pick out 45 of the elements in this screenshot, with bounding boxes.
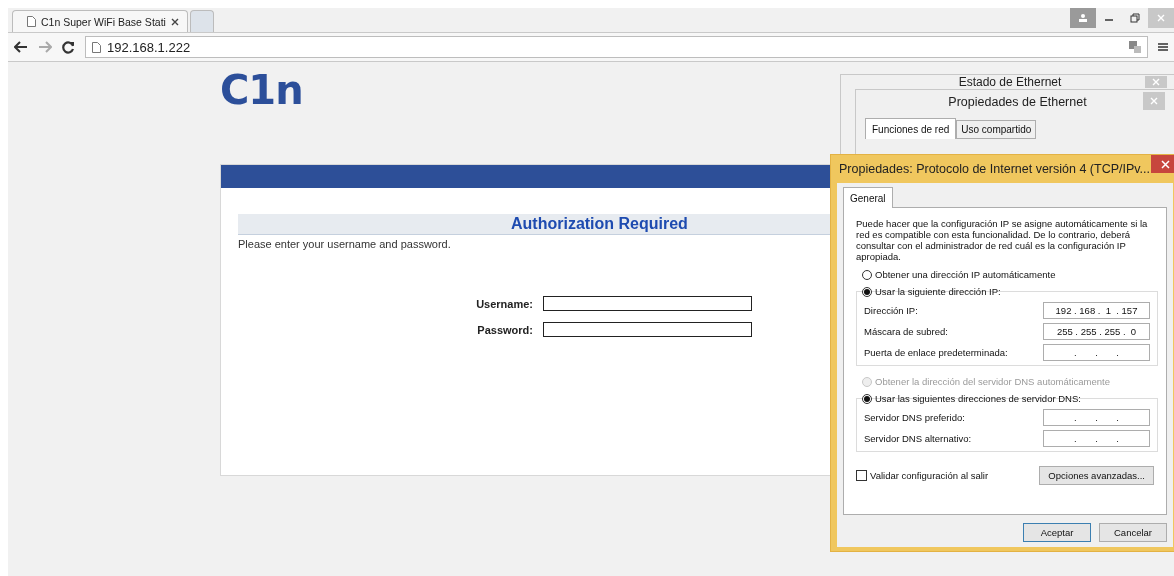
field-label: Servidor DNS preferido: bbox=[864, 412, 965, 423]
input-field[interactable] bbox=[543, 296, 752, 311]
ip-address-field[interactable]: 255 . 255 . 255 . 0 bbox=[1043, 323, 1150, 340]
restore-icon bbox=[1130, 13, 1140, 23]
close-button[interactable] bbox=[1151, 155, 1174, 173]
ip-address-field[interactable]: . . . bbox=[1043, 344, 1150, 361]
ip-address-field[interactable]: . . . bbox=[1043, 409, 1150, 426]
person-icon bbox=[1078, 13, 1088, 23]
dialog-tab[interactable]: Funciones de red bbox=[865, 118, 957, 139]
dialog-title: Propiedades: Protocolo de Internet versión 4 (TCP/IPv... bbox=[839, 161, 1151, 178]
address-bar[interactable]: 192.168.1.222 bbox=[85, 36, 1148, 58]
field-label: Dirección IP: bbox=[864, 305, 918, 316]
dialog-tab[interactable]: Uso compartido bbox=[956, 120, 1037, 139]
ip-address-field[interactable]: . . . bbox=[1043, 430, 1150, 447]
instruction-text: Please enter your username and password. bbox=[238, 238, 451, 250]
field-label: Puerta de enlace predeterminada: bbox=[864, 347, 1008, 358]
back-icon[interactable] bbox=[14, 41, 28, 53]
checkbox[interactable]: Validar configuración al salir bbox=[856, 470, 989, 481]
field-label: Máscara de subred: bbox=[864, 326, 948, 337]
menu-icon[interactable] bbox=[1158, 42, 1168, 52]
close-icon bbox=[1156, 13, 1166, 23]
advanced-options-button[interactable]: Opciones avanzadas... bbox=[1039, 466, 1154, 485]
ok-button[interactable]: Aceptar bbox=[1023, 523, 1091, 542]
close-icon bbox=[1160, 159, 1170, 169]
reload-icon[interactable] bbox=[62, 40, 75, 54]
window-title: Propiedades de Ethernet bbox=[948, 94, 1087, 111]
ip-address-field[interactable]: 192 . 168 . 1 . 157 bbox=[1043, 302, 1150, 319]
close-icon bbox=[1152, 78, 1160, 86]
profile-button[interactable] bbox=[1070, 8, 1096, 28]
logo: C1n bbox=[220, 70, 303, 114]
field-label: Servidor DNS alternativo: bbox=[864, 433, 972, 444]
url-text: 192.168.1.222 bbox=[107, 39, 191, 55]
page-icon bbox=[27, 16, 36, 27]
description-text: Puede hacer que la configuración IP se asigne automáticamente si la red es compatible con esta funcionalidad. De lo contrario, deberá consultar con el administrador de red cuál es la configuración IP apropiada. bbox=[856, 218, 1149, 262]
cancel-button[interactable]: Cancelar bbox=[1099, 523, 1167, 542]
page-icon bbox=[92, 41, 101, 53]
browser-tab[interactable]: C1n Super WiFi Base Stati bbox=[12, 10, 188, 32]
close-icon[interactable] bbox=[170, 17, 179, 26]
close-icon bbox=[1150, 97, 1158, 105]
field-label: Username: bbox=[476, 297, 533, 310]
field-label: Password: bbox=[477, 323, 533, 336]
input-field[interactable] bbox=[543, 322, 752, 337]
window-title: Estado de Ethernet bbox=[958, 75, 1062, 89]
dialog-tab[interactable]: General bbox=[843, 187, 893, 208]
translate-icon[interactable] bbox=[1129, 41, 1141, 53]
